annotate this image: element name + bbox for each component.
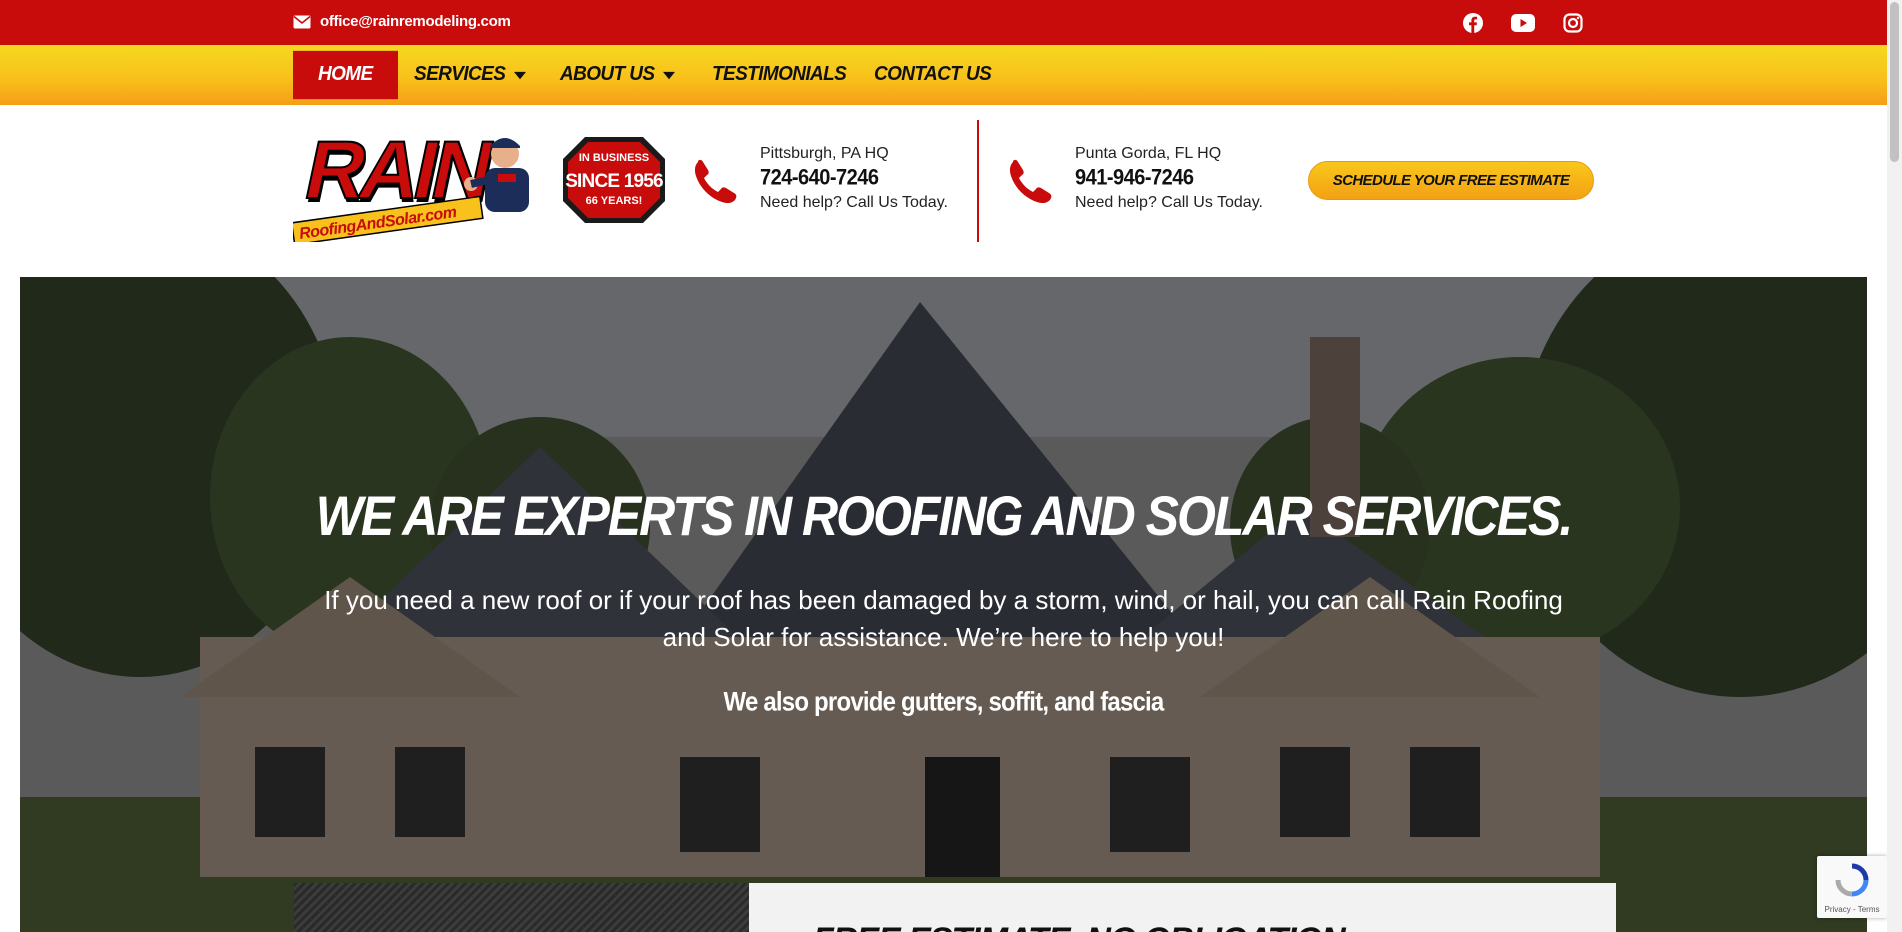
badge-line2: SINCE 1956 bbox=[565, 171, 663, 192]
nav-contact-us[interactable]: CONTACT US bbox=[874, 51, 992, 99]
in-business-badge: IN BUSINESS SINCE 1956 66 YEARS! bbox=[563, 137, 665, 223]
recaptcha-badge[interactable]: Privacy - Terms bbox=[1817, 856, 1887, 918]
nav-home[interactable]: HOME bbox=[293, 50, 398, 100]
nav-home-label: HOME bbox=[318, 63, 373, 86]
nav-testimonials-label: TESTIMONIALS bbox=[712, 63, 847, 86]
badge-line3: 66 YEARS! bbox=[586, 195, 643, 207]
help-text: Need help? Call Us Today. bbox=[760, 194, 948, 211]
main-nav: HOME SERVICES ABOUT US TESTIMONIALS CONT… bbox=[0, 45, 1887, 105]
contact-punta-gorda: Punta Gorda, FL HQ 941-946-7246 Need hel… bbox=[1005, 146, 1263, 211]
recaptcha-icon bbox=[1835, 863, 1869, 897]
top-bar: office@rainremodeling.com bbox=[0, 0, 1887, 45]
estimate-heading: FREE ESTIMATE. NO OBLIGATION. bbox=[813, 921, 1354, 932]
cta-label: SCHEDULE YOUR FREE ESTIMATE bbox=[1332, 172, 1570, 189]
badge-line1: IN BUSINESS bbox=[579, 152, 649, 164]
nav-services[interactable]: SERVICES bbox=[414, 51, 527, 99]
instagram-icon[interactable] bbox=[1561, 11, 1585, 35]
youtube-icon[interactable] bbox=[1511, 11, 1535, 35]
facebook-icon[interactable] bbox=[1461, 11, 1485, 35]
estimate-form-card: FREE ESTIMATE. NO OBLIGATION. bbox=[749, 883, 1616, 932]
phone-number-link[interactable]: 724-640-7246 bbox=[760, 167, 948, 189]
email-link[interactable]: office@rainremodeling.com bbox=[293, 13, 511, 30]
phone-icon bbox=[694, 159, 737, 204]
hero-title: WE ARE EXPERTS IN ROOFING AND SOLAR SERV… bbox=[315, 484, 1574, 548]
site-logo[interactable]: RAIN RAIN RoofingAndSolar.com bbox=[290, 123, 543, 246]
phone-number-link[interactable]: 941-946-7246 bbox=[1075, 167, 1263, 189]
nav-about-label: ABOUT US bbox=[560, 63, 655, 86]
nav-testimonials[interactable]: TESTIMONIALS bbox=[712, 51, 847, 99]
hq-label: Pittsburgh, PA HQ bbox=[760, 145, 889, 162]
contact-divider bbox=[977, 120, 979, 242]
nav-services-label: SERVICES bbox=[414, 63, 506, 86]
caret-down-icon bbox=[663, 71, 676, 79]
nav-about-us[interactable]: ABOUT US bbox=[560, 51, 676, 99]
schedule-estimate-button[interactable]: SCHEDULE YOUR FREE ESTIMATE bbox=[1308, 161, 1594, 200]
scrollbar-thumb[interactable] bbox=[1890, 2, 1899, 162]
hq-label: Punta Gorda, FL HQ bbox=[1075, 145, 1222, 162]
recaptcha-links: Privacy - Terms bbox=[1824, 905, 1880, 914]
form-side-panel bbox=[294, 883, 749, 932]
caret-down-icon bbox=[514, 71, 527, 79]
hero-subtitle: We also provide gutters, soffit, and fas… bbox=[723, 687, 1165, 718]
contact-pittsburgh: Pittsburgh, PA HQ 724-640-7246 Need help… bbox=[690, 146, 948, 211]
email-text: office@rainremodeling.com bbox=[320, 13, 511, 30]
hero-text: If you need a new roof or if your roof h… bbox=[324, 585, 1563, 652]
hero-section: WE ARE EXPERTS IN ROOFING AND SOLAR SERV… bbox=[20, 277, 1867, 932]
page: office@rainremodeling.com HOME SERVICES bbox=[0, 0, 1902, 932]
nav-contact-label: CONTACT US bbox=[874, 63, 992, 86]
help-text: Need help? Call Us Today. bbox=[1075, 194, 1263, 211]
envelope-icon bbox=[293, 15, 311, 28]
phone-icon bbox=[1009, 159, 1052, 204]
page-scrollbar[interactable] bbox=[1887, 0, 1902, 932]
